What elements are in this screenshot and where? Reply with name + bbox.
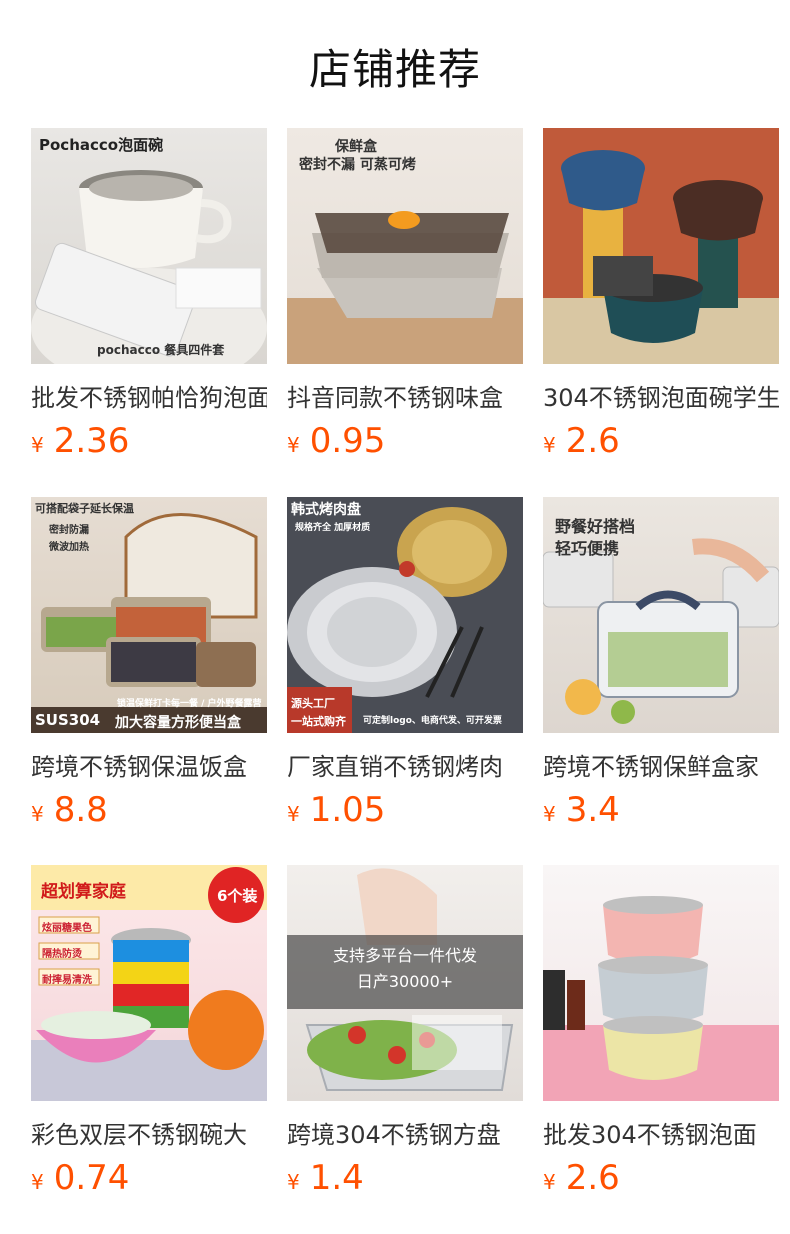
image-caption: 炫丽糖果色 xyxy=(42,923,92,934)
product-card[interactable]: 野餐好搭档 轻巧便携 跨境不锈钢保鲜盒家 ¥3.4 xyxy=(543,497,779,830)
product-price: ¥1.4 xyxy=(287,1158,523,1198)
product-image[interactable] xyxy=(543,128,779,364)
product-card[interactable]: 韩式烤肉盘 规格齐全 加厚材质 源头工厂 一站式购齐 可定制logo、电商代发、… xyxy=(287,497,523,830)
image-caption: 耐摔易清洗 xyxy=(42,975,92,986)
price-value: 2.6 xyxy=(565,1158,620,1198)
price-value: 0.95 xyxy=(309,421,386,461)
image-caption: 日产30000+ xyxy=(356,972,454,991)
product-card[interactable]: 304不锈钢泡面碗学生 ¥2.6 xyxy=(543,128,779,461)
product-card[interactable]: 批发304不锈钢泡面 ¥2.6 xyxy=(543,865,779,1198)
page-title: 店铺推荐 xyxy=(308,45,481,94)
image-caption: 支持多平台一件代发 xyxy=(332,946,477,965)
image-caption: 一站式购齐 xyxy=(291,715,346,728)
image-caption: 密封防漏 xyxy=(49,525,89,536)
image-caption: 隔热防烫 xyxy=(42,949,82,960)
image-caption: 微波加热 xyxy=(49,542,89,553)
product-name[interactable]: 跨境不锈钢保鲜盒家 xyxy=(543,747,779,782)
price-value: 8.8 xyxy=(53,790,108,830)
product-name[interactable]: 彩色双层不锈钢碗大 xyxy=(31,1115,267,1150)
product-image[interactable]: Pochacco泡面碗 pochacco 餐具四件套 xyxy=(31,128,267,364)
product-image[interactable]: 可搭配袋子延长保温 密封防漏 微波加热 锁温保鲜打卡每一餐 / 户外野餐露营 S… xyxy=(31,497,267,733)
currency-symbol: ¥ xyxy=(287,433,300,457)
image-caption: 保鲜盒 xyxy=(335,139,377,155)
price-value: 1.05 xyxy=(309,790,386,830)
currency-symbol: ¥ xyxy=(287,1170,300,1194)
image-caption: 锁温保鲜打卡每一餐 / 户外野餐露营 xyxy=(117,699,262,709)
product-price: ¥3.4 xyxy=(543,790,779,830)
product-price: ¥1.05 xyxy=(287,790,523,830)
product-name[interactable]: 跨境304不锈钢方盘 xyxy=(287,1115,523,1150)
product-name[interactable]: 批发304不锈钢泡面 xyxy=(543,1115,779,1150)
price-value: 0.74 xyxy=(53,1158,130,1198)
image-caption: 可搭配袋子延长保温 xyxy=(35,502,134,515)
image-caption: 加大容量方形便当盒 xyxy=(115,715,241,731)
product-name[interactable]: 跨境不锈钢保温饭盒 xyxy=(31,747,267,782)
product-image[interactable] xyxy=(543,865,779,1101)
image-caption: 可定制logo、电商代发、可开发票 xyxy=(363,716,502,726)
image-caption: 野餐好搭档 xyxy=(555,517,636,536)
ramen-bowl-illustration xyxy=(31,170,267,364)
product-name[interactable]: 抖音同款不锈钢味盒 xyxy=(287,378,523,413)
currency-symbol: ¥ xyxy=(31,802,44,826)
product-image[interactable]: 支持多平台一件代发 日产30000+ xyxy=(287,865,523,1101)
product-card[interactable]: 支持多平台一件代发 日产30000+ 跨境304不锈钢方盘 ¥1.4 xyxy=(287,865,523,1198)
product-card[interactable]: Pochacco泡面碗 pochacco 餐具四件套 批发不锈钢帕恰狗泡面碗 ¥… xyxy=(31,128,267,461)
noodle-bowls-illustration xyxy=(543,896,779,1101)
image-caption: Pochacco泡面碗 xyxy=(39,136,164,154)
product-image[interactable]: 超划算家庭 6个装 炫丽糖果色 隔热防烫 耐摔易清洗 xyxy=(31,865,267,1101)
currency-symbol: ¥ xyxy=(543,802,556,826)
image-caption: SUS304 xyxy=(35,711,101,729)
product-card[interactable]: 可搭配袋子延长保温 密封防漏 微波加热 锁温保鲜打卡每一餐 / 户外野餐露营 S… xyxy=(31,497,267,830)
product-image[interactable]: 野餐好搭档 轻巧便携 xyxy=(543,497,779,733)
bowls-illustration xyxy=(543,150,779,364)
image-banner: 支持多平台一件代发 日产30000+ xyxy=(287,935,523,1009)
image-caption: 轻巧便携 xyxy=(555,539,620,558)
product-price: ¥8.8 xyxy=(31,790,267,830)
currency-symbol: ¥ xyxy=(31,433,44,457)
price-value: 2.6 xyxy=(565,421,620,461)
image-caption: 超划算家庭 xyxy=(41,882,126,902)
image-caption: 6个装 xyxy=(217,887,258,905)
price-value: 2.36 xyxy=(53,421,130,461)
product-name[interactable]: 304不锈钢泡面碗学生 xyxy=(543,378,779,413)
product-price: ¥0.95 xyxy=(287,421,523,461)
product-card[interactable]: 超划算家庭 6个装 炫丽糖果色 隔热防烫 耐摔易清洗 彩色双层不锈钢碗大 ¥0.… xyxy=(31,865,267,1198)
product-price: ¥2.6 xyxy=(543,1158,779,1198)
currency-symbol: ¥ xyxy=(543,1170,556,1194)
product-price: ¥0.74 xyxy=(31,1158,267,1198)
currency-symbol: ¥ xyxy=(287,802,300,826)
price-value: 3.4 xyxy=(565,790,620,830)
image-caption: 密封不漏 可蒸可烤 xyxy=(299,157,416,173)
product-image[interactable]: 保鲜盒 密封不漏 可蒸可烤 xyxy=(287,128,523,364)
image-caption: 源头工厂 xyxy=(291,697,335,710)
image-caption: pochacco 餐具四件套 xyxy=(97,343,225,357)
product-price: ¥2.36 xyxy=(31,421,267,461)
currency-symbol: ¥ xyxy=(31,1170,44,1194)
product-name[interactable]: 厂家直销不锈钢烤肉 xyxy=(287,747,523,782)
image-caption: 规格齐全 加厚材质 xyxy=(295,523,371,533)
product-image[interactable]: 韩式烤肉盘 规格齐全 加厚材质 源头工厂 一站式购齐 可定制logo、电商代发、… xyxy=(287,497,523,733)
image-caption: 韩式烤肉盘 xyxy=(291,502,361,518)
currency-symbol: ¥ xyxy=(543,433,556,457)
product-price: ¥2.6 xyxy=(543,421,779,461)
product-card[interactable]: 保鲜盒 密封不漏 可蒸可烤 抖音同款不锈钢味盒 ¥0.95 xyxy=(287,128,523,461)
product-name[interactable]: 批发不锈钢帕恰狗泡面碗 xyxy=(31,378,267,413)
price-value: 1.4 xyxy=(309,1158,364,1198)
